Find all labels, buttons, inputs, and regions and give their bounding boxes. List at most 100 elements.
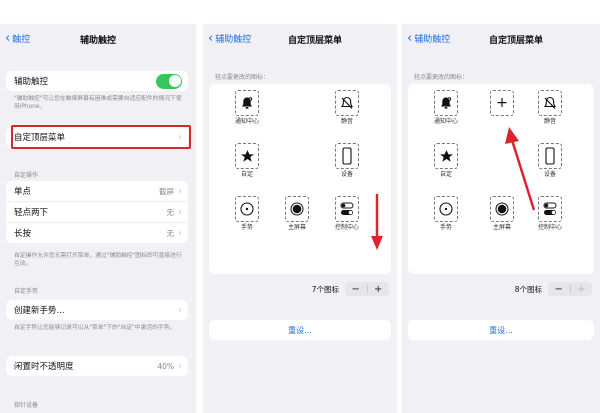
menu-icon-device[interactable]: 设备	[530, 143, 570, 178]
reset-button[interactable]: 重设...	[209, 320, 391, 340]
phone-icon	[545, 147, 555, 165]
icon-count: 7个图标	[311, 284, 339, 294]
settings-panel-assistive-touch: ‹ 触控 辅助触控 辅助触控 "辅助触控"可让您在触摸屏幕有困难或需要自适应配件…	[0, 24, 196, 413]
idle-opacity-label: 闲置时不透明度	[14, 362, 74, 372]
menu-icon-notification-center[interactable]: 通知中心	[426, 90, 466, 125]
menu-icon-mute[interactable]: 静音	[327, 90, 367, 125]
menu-icon-control-center[interactable]: 控制中心	[530, 196, 570, 231]
action-label: 长按	[14, 229, 32, 239]
page-title: 辅助触控	[79, 36, 116, 46]
bell-icon	[441, 97, 452, 109]
assistive-touch-group: 辅助触控	[6, 71, 188, 91]
icon-grid: 通知中心 + 静音 自定 设备 手势 主屏幕 控制中心 8个图标 − +	[408, 84, 594, 296]
menu-icon-home[interactable]: 主屏幕	[277, 196, 317, 231]
action-label: 单点	[14, 187, 32, 197]
pointer-devices-header: 指针设备	[14, 402, 39, 409]
icon-count-stepper: − +	[345, 282, 389, 296]
page-title: 自定顶层菜单	[488, 36, 543, 46]
star-icon	[240, 149, 254, 162]
assistive-touch-toggle[interactable]	[156, 73, 182, 89]
nav-bar: ‹ 触控 辅助触控	[0, 24, 196, 56]
action-row-long-press[interactable]: 长按 无 ›	[6, 222, 188, 243]
reset-button[interactable]: 重设...	[408, 320, 594, 340]
chevron-right-icon: ›	[178, 185, 182, 197]
custom-gestures-header: 自定手势	[14, 288, 39, 295]
plus-icon: +	[496, 95, 508, 111]
new-slot-box: +	[490, 90, 514, 116]
action-value: 截屏	[159, 186, 174, 196]
icon-count-stepper: − +	[548, 282, 592, 296]
menu-icon-custom[interactable]: 自定	[227, 143, 267, 178]
hint-text: 轻点要更改的图标：	[215, 74, 270, 81]
icon-label: 控制中心	[537, 224, 562, 231]
action-row-single-tap[interactable]: 单点 截屏 ›	[6, 181, 188, 201]
icon-grid: 通知中心 静音 自定 设备 手势 主屏幕 控制中心 7个图标 − +	[209, 84, 391, 296]
custom-actions-note: 自定操作允许您无需打开菜单，通过"辅助触控"图标即可直接进行互动。	[14, 253, 182, 267]
assistive-touch-row: 辅助触控	[6, 71, 188, 91]
bell-slash-icon	[544, 96, 556, 109]
phone-icon	[342, 147, 352, 165]
toggles-icon	[340, 202, 354, 215]
action-row-double-tap[interactable]: 轻点两下 无 ›	[6, 201, 188, 222]
custom-gestures-note: 自定手势让您能够记录可以从"菜单"下的"自定"中激活的手势。	[14, 325, 176, 331]
action-value: 无	[166, 228, 175, 238]
icon-label: 自定	[240, 171, 253, 178]
icon-label: 自定	[439, 171, 452, 178]
action-label: 轻点两下	[14, 208, 49, 218]
chevron-right-icon: ›	[178, 206, 182, 218]
menu-icon-gesture[interactable]: 手势	[227, 196, 267, 231]
menu-icon-home[interactable]: 主屏幕	[482, 196, 522, 231]
icon-label: 控制中心	[334, 224, 359, 231]
minus-button[interactable]: −	[548, 282, 570, 296]
menu-icon-mute[interactable]: 静音	[530, 90, 570, 125]
menu-icon-custom[interactable]: 自定	[426, 143, 466, 178]
plus-button[interactable]: +	[571, 282, 593, 296]
bell-icon	[242, 97, 253, 109]
menu-icon-new-slot[interactable]: +	[482, 90, 522, 116]
idle-opacity-row[interactable]: 闲置时不透明度 40% ›	[6, 356, 188, 376]
icon-count: 8个图标	[514, 284, 542, 294]
minus-button[interactable]: −	[345, 282, 367, 296]
plus-button[interactable]: +	[368, 282, 390, 296]
menu-icon-notification-center[interactable]: 通知中心	[227, 90, 267, 125]
custom-actions-group: 单点 截屏 › 轻点两下 无 › 长按 无 ›	[6, 181, 188, 243]
icon-count-bar: 7个图标 − +	[312, 282, 389, 296]
chevron-left-icon: ‹	[208, 30, 214, 46]
settings-panel-custom-top-menu-8: ‹ 辅助触控 自定顶层菜单 轻点要更改的图标： 通知中心 + 静音 自定 设备 …	[402, 24, 600, 413]
chevron-left-icon: ‹	[407, 30, 413, 46]
custom-gestures-group: 创建新手势... ›	[6, 300, 188, 320]
star-icon	[439, 149, 453, 162]
bell-slash-icon	[341, 96, 353, 109]
icon-count-bar: 8个图标 − +	[515, 282, 592, 296]
page-title: 自定顶层菜单	[287, 36, 342, 46]
icon-label: 手势	[240, 224, 253, 231]
menu-icon-gesture[interactable]: 手势	[426, 196, 466, 231]
action-value: 无	[166, 207, 175, 217]
settings-panel-custom-top-menu-7: ‹ 辅助触控 自定顶层菜单 轻点要更改的图标： 通知中心 静音 自定 设备 手势…	[203, 24, 397, 413]
idle-opacity-group: 闲置时不透明度 40% ›	[6, 356, 188, 376]
chevron-right-icon: ›	[178, 360, 182, 372]
idle-opacity-value: 40%	[157, 361, 174, 371]
assistive-touch-note: "辅助触控"可让您在触摸屏幕有困难或需要自适应配件的情况下使用iPhone。	[14, 96, 182, 110]
icon-label: 静音	[543, 118, 556, 125]
create-gesture-row[interactable]: 创建新手势... ›	[6, 300, 188, 320]
assistive-touch-label: 辅助触控	[14, 77, 49, 87]
gesture-icon	[240, 202, 254, 216]
custom-actions-header: 自定操作	[14, 172, 39, 179]
icon-label: 通知中心	[433, 118, 458, 125]
icon-label: 主屏幕	[492, 224, 511, 231]
icon-label: 设备	[340, 171, 353, 178]
home-button-icon	[290, 202, 304, 216]
menu-icon-device[interactable]: 设备	[327, 143, 367, 178]
icon-label: 主屏幕	[287, 224, 306, 231]
icon-label: 静音	[340, 118, 353, 125]
hint-text: 轻点要更改的图标：	[414, 74, 469, 81]
nav-bar: ‹ 辅助触控 自定顶层菜单	[402, 24, 600, 56]
chevron-right-icon: ›	[178, 304, 182, 316]
icon-label: 设备	[543, 171, 556, 178]
highlight-box	[11, 125, 191, 149]
chevron-right-icon: ›	[178, 227, 182, 239]
menu-icon-control-center[interactable]: 控制中心	[327, 196, 367, 231]
icon-label: 通知中心	[234, 118, 259, 125]
home-button-icon	[495, 202, 509, 216]
